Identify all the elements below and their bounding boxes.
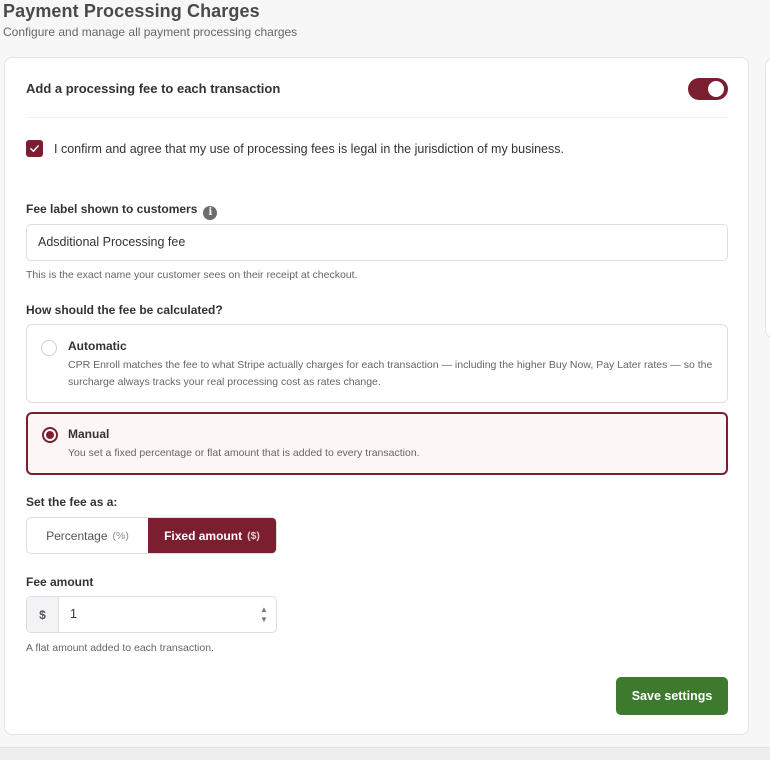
automatic-radio[interactable] xyxy=(41,340,57,356)
percentage-label: Percentage xyxy=(46,528,108,543)
processing-fee-row: Add a processing fee to each transaction xyxy=(26,78,728,118)
stepper-down-icon[interactable]: ▼ xyxy=(260,615,268,624)
fee-type-toggle: Percentage (%) Fixed amount ($) xyxy=(26,517,277,554)
page-footer-strip xyxy=(0,747,770,760)
legal-confirm-text: I confirm and agree that my use of proce… xyxy=(54,141,564,156)
info-icon[interactable]: i xyxy=(203,206,218,220)
fee-amount-field: $ 1 ▲ ▼ xyxy=(26,596,277,633)
processing-fee-toggle[interactable] xyxy=(688,78,728,100)
automatic-description: CPR Enroll matches the fee to what Strip… xyxy=(68,359,713,388)
currency-prefix: $ xyxy=(27,597,59,632)
checkmark-icon xyxy=(30,145,39,152)
fee-label-heading: Fee label shown to customers i xyxy=(26,201,218,220)
fee-label-input[interactable]: Adsditional Processing fee xyxy=(26,224,728,261)
fixed-amount-option[interactable]: Fixed amount ($) xyxy=(148,518,276,553)
option-manual[interactable]: Manual You set a fixed percentage or fla… xyxy=(26,412,728,475)
legal-confirm-row: I confirm and agree that my use of proce… xyxy=(26,140,564,157)
percentage-option[interactable]: Percentage (%) xyxy=(27,518,148,553)
fee-label-heading-text: Fee label shown to customers xyxy=(26,202,198,216)
fee-amount-help: A flat amount added to each transaction. xyxy=(26,642,214,654)
amount-stepper[interactable]: ▲ ▼ xyxy=(252,597,276,632)
fee-amount-input[interactable]: 1 xyxy=(59,597,252,632)
stepper-up-icon[interactable]: ▲ xyxy=(260,605,268,614)
fee-type-label: Set the fee as a: xyxy=(26,495,118,509)
settings-card: Add a processing fee to each transaction… xyxy=(4,57,749,735)
side-panel-edge xyxy=(765,58,770,338)
processing-fee-label: Add a processing fee to each transaction xyxy=(26,81,281,96)
percentage-unit: (%) xyxy=(112,529,129,542)
manual-description: You set a fixed percentage or flat amoun… xyxy=(68,447,420,459)
automatic-title: Automatic xyxy=(68,339,127,353)
option-automatic[interactable]: Automatic CPR Enroll matches the fee to … xyxy=(26,324,728,403)
fee-amount-label: Fee amount xyxy=(26,575,94,589)
fee-label-help: This is the exact name your customer see… xyxy=(26,269,358,281)
manual-radio[interactable] xyxy=(42,427,58,443)
page-subtitle: Configure and manage all payment process… xyxy=(3,25,298,39)
page-title: Payment Processing Charges xyxy=(3,1,260,21)
manual-title: Manual xyxy=(68,427,110,441)
fixed-amount-unit: ($) xyxy=(247,529,260,542)
save-settings-button[interactable]: Save settings xyxy=(616,677,728,715)
calculation-question: How should the fee be calculated? xyxy=(26,303,223,317)
legal-confirm-checkbox[interactable] xyxy=(26,140,43,157)
page-header: Payment Processing Charges Configure and… xyxy=(3,0,297,40)
fixed-amount-label: Fixed amount xyxy=(164,528,243,543)
toggle-knob xyxy=(708,81,724,97)
